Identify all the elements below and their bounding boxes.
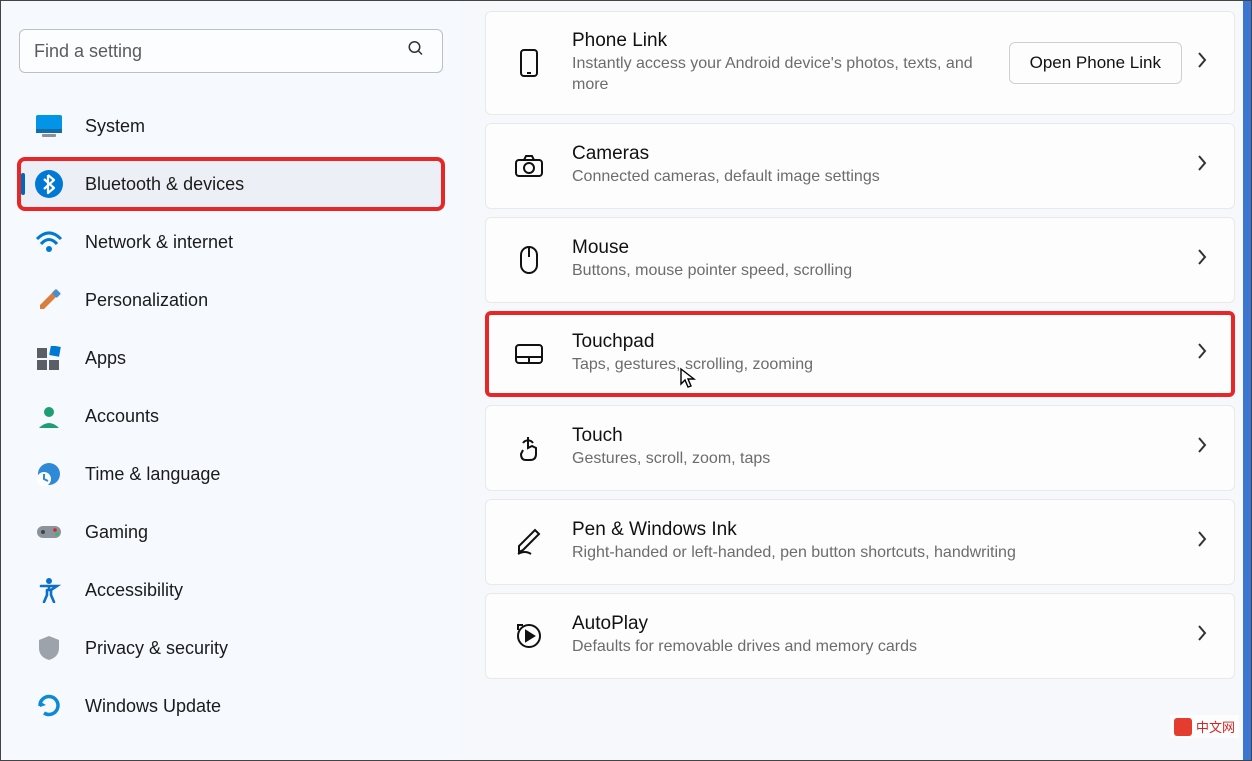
mouse-icon xyxy=(512,243,546,277)
pen-icon xyxy=(512,525,546,559)
card-desc: Defaults for removable drives and memory… xyxy=(572,637,1196,658)
card-text: AutoPlay Defaults for removable drives a… xyxy=(572,613,1196,658)
sidebar-item-apps[interactable]: Apps xyxy=(19,333,443,383)
sidebar-item-label: System xyxy=(85,116,145,137)
chevron-right-icon xyxy=(1196,51,1208,74)
search-icon xyxy=(407,40,425,63)
card-title: Cameras xyxy=(572,143,1196,165)
watermark: 中文网 xyxy=(1170,715,1239,738)
card-touchpad[interactable]: Touchpad Taps, gestures, scrolling, zoom… xyxy=(485,311,1235,397)
sidebar-item-accounts[interactable]: Accounts xyxy=(19,391,443,441)
phone-icon xyxy=(512,46,546,80)
card-text: Phone Link Instantly access your Android… xyxy=(572,30,1009,96)
sidebar-item-label: Bluetooth & devices xyxy=(85,174,244,195)
person-icon xyxy=(35,402,63,430)
card-title: AutoPlay xyxy=(572,613,1196,635)
sidebar-item-personalization[interactable]: Personalization xyxy=(19,275,443,325)
card-autoplay[interactable]: AutoPlay Defaults for removable drives a… xyxy=(485,593,1235,679)
sidebar-item-bluetooth-devices[interactable]: Bluetooth & devices xyxy=(19,159,443,209)
card-text: Touch Gestures, scroll, zoom, taps xyxy=(572,425,1196,470)
autoplay-icon xyxy=(512,619,546,653)
sidebar-item-network[interactable]: Network & internet xyxy=(19,217,443,267)
sidebar-item-label: Accessibility xyxy=(85,580,183,601)
card-cameras[interactable]: Cameras Connected cameras, default image… xyxy=(485,123,1235,209)
sidebar-item-time-language[interactable]: Time & language xyxy=(19,449,443,499)
sidebar-item-label: Network & internet xyxy=(85,232,233,253)
watermark-logo-icon xyxy=(1174,718,1192,736)
accessibility-icon xyxy=(35,576,63,604)
sidebar-item-system[interactable]: System xyxy=(19,101,443,151)
paint-icon xyxy=(35,286,63,314)
sidebar: System Bluetooth & devices Network & int… xyxy=(1,1,461,760)
main-content: Phone Link Instantly access your Android… xyxy=(461,1,1251,760)
chevron-right-icon xyxy=(1196,342,1208,365)
chevron-right-icon xyxy=(1196,530,1208,553)
wifi-icon xyxy=(35,228,63,256)
card-desc: Gestures, scroll, zoom, taps xyxy=(572,449,1196,470)
card-title: Mouse xyxy=(572,237,1196,259)
card-phone-link[interactable]: Phone Link Instantly access your Android… xyxy=(485,11,1235,115)
watermark-text: 中文网 xyxy=(1196,717,1235,736)
open-phone-link-button[interactable]: Open Phone Link xyxy=(1009,42,1182,84)
search-input[interactable] xyxy=(19,29,443,73)
card-touch[interactable]: Touch Gestures, scroll, zoom, taps xyxy=(485,405,1235,491)
chevron-right-icon xyxy=(1196,154,1208,177)
card-title: Touchpad xyxy=(572,331,1196,353)
globe-icon xyxy=(35,460,63,488)
card-desc: Instantly access your Android device's p… xyxy=(572,54,1009,96)
card-text: Touchpad Taps, gestures, scrolling, zoom… xyxy=(572,331,1196,376)
bluetooth-icon xyxy=(35,170,63,198)
system-icon xyxy=(35,112,63,140)
sidebar-item-privacy-security[interactable]: Privacy & security xyxy=(19,623,443,673)
update-icon xyxy=(35,692,63,720)
card-pen-ink[interactable]: Pen & Windows Ink Right-handed or left-h… xyxy=(485,499,1235,585)
card-mouse[interactable]: Mouse Buttons, mouse pointer speed, scro… xyxy=(485,217,1235,303)
sidebar-item-gaming[interactable]: Gaming xyxy=(19,507,443,557)
shield-icon xyxy=(35,634,63,662)
chevron-right-icon xyxy=(1196,248,1208,271)
card-desc: Buttons, mouse pointer speed, scrolling xyxy=(572,261,1196,282)
card-desc: Right-handed or left-handed, pen button … xyxy=(572,543,1196,564)
apps-icon xyxy=(35,344,63,372)
sidebar-item-label: Windows Update xyxy=(85,696,221,717)
card-desc: Connected cameras, default image setting… xyxy=(572,167,1196,188)
camera-icon xyxy=(512,149,546,183)
card-title: Phone Link xyxy=(572,30,1009,52)
chevron-right-icon xyxy=(1196,624,1208,647)
touchpad-icon xyxy=(512,337,546,371)
window-edge xyxy=(1243,1,1251,760)
sidebar-item-label: Personalization xyxy=(85,290,208,311)
sidebar-item-label: Apps xyxy=(85,348,126,369)
card-desc: Taps, gestures, scrolling, zooming xyxy=(572,355,1196,376)
card-text: Pen & Windows Ink Right-handed or left-h… xyxy=(572,519,1196,564)
gamepad-icon xyxy=(35,518,63,546)
card-title: Touch xyxy=(572,425,1196,447)
sidebar-item-windows-update[interactable]: Windows Update xyxy=(19,681,443,731)
search-box xyxy=(19,29,443,73)
touch-icon xyxy=(512,431,546,465)
sidebar-item-label: Gaming xyxy=(85,522,148,543)
card-title: Pen & Windows Ink xyxy=(572,519,1196,541)
sidebar-item-accessibility[interactable]: Accessibility xyxy=(19,565,443,615)
sidebar-item-label: Accounts xyxy=(85,406,159,427)
chevron-right-icon xyxy=(1196,436,1208,459)
sidebar-item-label: Privacy & security xyxy=(85,638,228,659)
sidebar-item-label: Time & language xyxy=(85,464,220,485)
card-text: Mouse Buttons, mouse pointer speed, scro… xyxy=(572,237,1196,282)
card-text: Cameras Connected cameras, default image… xyxy=(572,143,1196,188)
